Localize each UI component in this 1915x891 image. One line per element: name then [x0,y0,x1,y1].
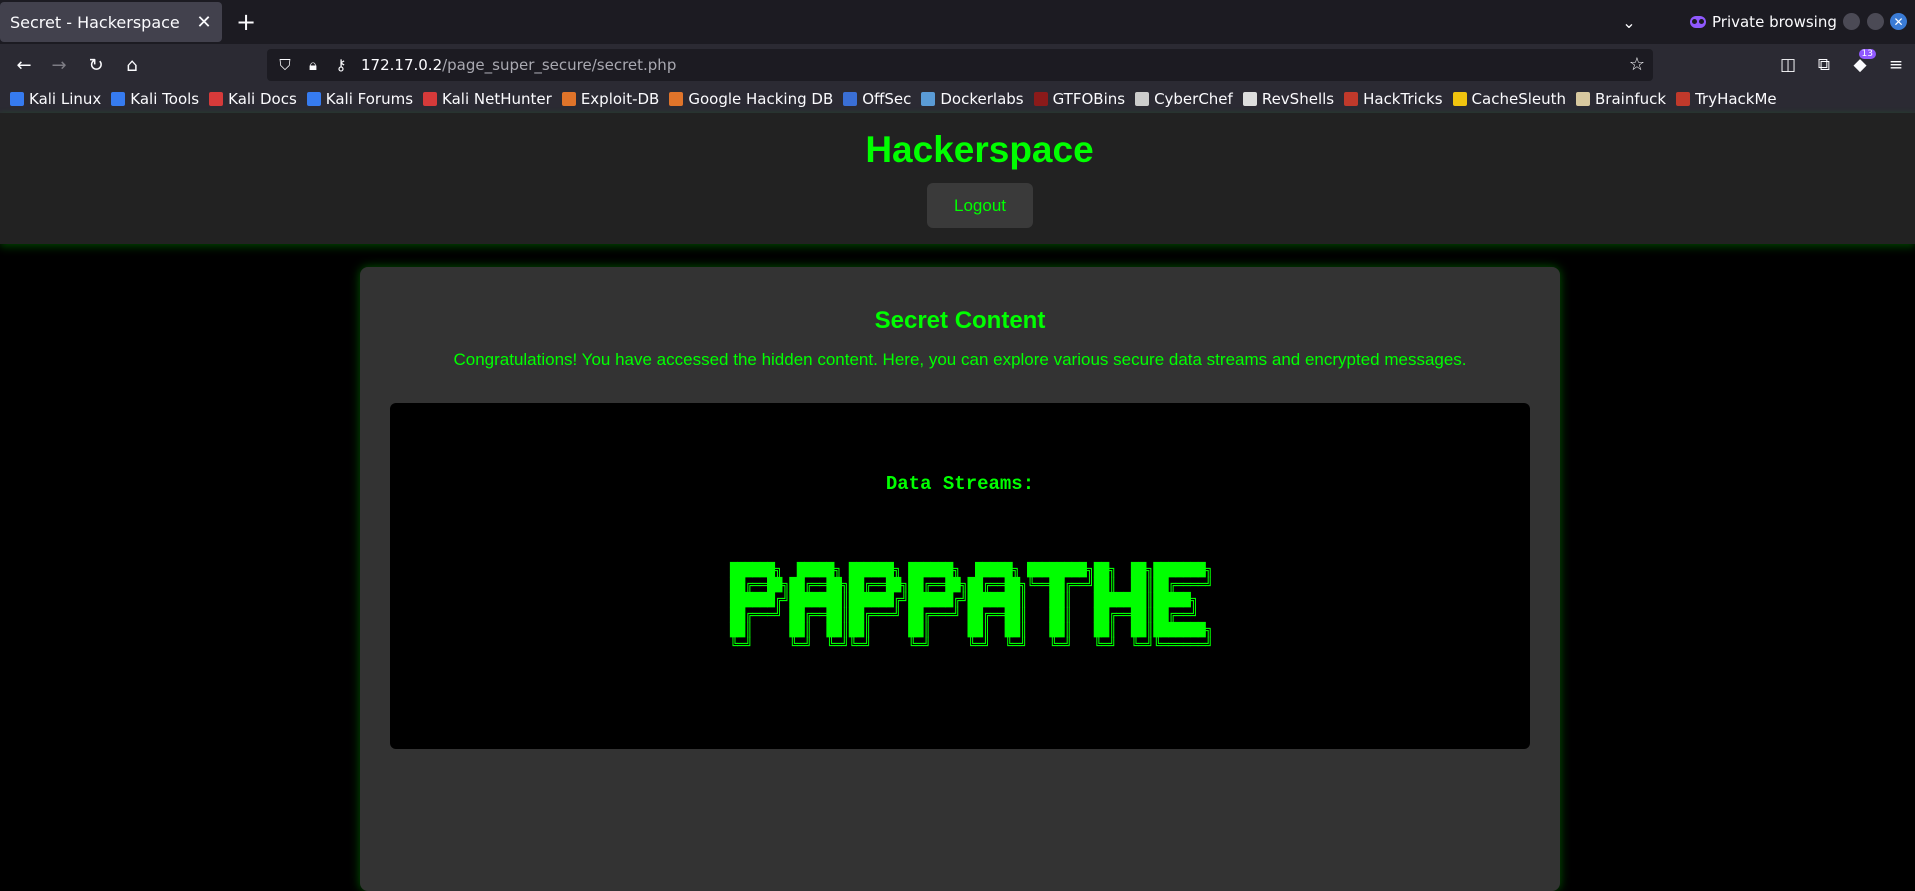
bookmark-item[interactable]: CacheSleuth [1452,90,1567,108]
bookmark-label: TryHackMe [1695,90,1777,108]
bookmark-favicon-icon [843,92,858,106]
bookmark-item[interactable]: Kali Docs [209,90,297,108]
bookmarks-toolbar: Kali Linux Kali Tools Kali Docs Kali Forums… [0,85,1915,113]
extension-shield-icon[interactable]: ◆ 13 [1848,49,1876,77]
bookmark-label: Google Hacking DB [688,90,834,108]
shield-icon[interactable]: ⛉ [275,55,295,75]
bookmark-favicon-icon [561,92,576,106]
bookmark-item[interactable]: Kali Tools [111,90,199,108]
secret-card: Secret Content Congratulations! You have… [360,267,1560,891]
bookmark-item[interactable]: Google Hacking DB [669,90,833,108]
url-host: 172.17.0.2 [361,56,443,74]
maximize-button[interactable] [1867,13,1884,30]
bookmark-favicon-icon [209,92,224,106]
reload-icon[interactable]: ↻ [82,51,110,79]
bookmark-label: RevShells [1261,90,1335,108]
bookmark-label: Kali Docs [228,90,297,108]
close-window-button[interactable]: ✕ [1890,13,1907,30]
lock-icon[interactable]: 🔒︎ [303,55,323,75]
bookmark-item[interactable]: CyberChef [1135,90,1233,108]
url-text[interactable]: 172.17.0.2/page_super_secure/secret.php [361,56,676,74]
site-title: Hackerspace [865,129,1094,170]
bookmark-label: Exploit-DB [580,90,660,108]
private-browsing-indicator: Private browsing [1690,8,1837,36]
bookmark-favicon-icon [306,92,321,106]
private-mask-icon [1690,16,1706,28]
bookmark-favicon-icon [921,92,936,106]
bookmark-item[interactable]: GTFOBins [1033,90,1126,108]
bookmark-favicon-icon [1135,92,1150,106]
bookmark-label: Brainfuck [1595,90,1667,108]
new-tab-button[interactable]: + [232,8,260,36]
bookmark-favicon-icon [1676,92,1691,106]
bookmark-label: HackTricks [1363,90,1443,108]
bookmark-label: Kali NetHunter [442,90,552,108]
back-arrow-icon[interactable]: ← [10,51,38,79]
extensions-icon[interactable]: ⧉ [1812,53,1836,77]
data-stream-console: Data Streams: ██████╗ █████╗ ██████╗ ███… [390,403,1530,749]
bookmark-label: GTFOBins [1052,90,1126,108]
bookmark-label: OffSec [862,90,912,108]
minimize-button[interactable] [1843,13,1860,30]
chevron-down-icon[interactable]: ⌄ [1615,8,1643,36]
bookmark-favicon-icon [1033,92,1048,106]
bookmark-label: Kali Linux [29,90,102,108]
site-header: Hackerspace Logout [0,113,1915,244]
close-tab-icon[interactable]: ✕ [192,10,216,34]
home-icon[interactable]: ⌂ [118,51,146,79]
bookmark-item[interactable]: Brainfuck [1576,90,1666,108]
bookmark-favicon-icon [111,92,126,106]
pocket-icon[interactable]: ◫ [1776,53,1800,77]
bookmark-favicon-icon [1242,92,1257,106]
bookmark-favicon-icon [423,92,438,106]
bookmark-item[interactable]: TryHackMe [1676,90,1777,108]
bookmark-label: CyberChef [1154,90,1233,108]
data-streams-label: Data Streams: [885,473,1035,495]
tab-bar: Secret - Hackerspace ✕ + ⌄ Private brows… [0,0,1915,44]
tab-secret[interactable]: Secret - Hackerspace ✕ [0,2,222,42]
menu-icon[interactable]: ≡ [1884,53,1908,77]
logout-button[interactable]: Logout [927,183,1033,228]
url-path: /page_super_secure/secret.php [442,56,677,74]
secret-message: Congratulations! You have accessed the h… [453,350,1467,369]
bookmark-item[interactable]: Kali NetHunter [423,90,552,108]
bookmark-item[interactable]: RevShells [1242,90,1335,108]
key-icon[interactable]: ⚷ [331,55,351,75]
forward-arrow-icon[interactable]: → [45,51,73,79]
tab-title: Secret - Hackerspace [10,12,180,32]
bookmark-favicon-icon [1344,92,1359,106]
nav-bar: ← → ↻ ⌂ ⛉ 🔒︎ ⚷ 172.17.0.2/page_super_sec… [0,44,1915,85]
url-bar[interactable]: ⛉ 🔒︎ ⚷ 172.17.0.2/page_super_secure/secr… [267,49,1653,81]
bookmark-label: Kali Forums [325,90,414,108]
page-content: Hackerspace Logout Secret Content Congra… [0,113,1915,891]
bookmark-favicon-icon [1576,92,1591,106]
bookmark-favicon-icon [10,92,24,106]
bookmark-item[interactable]: Exploit-DB [561,90,660,108]
extensions-badge: 13 [1858,49,1876,59]
bookmark-item[interactable]: HackTricks [1344,90,1443,108]
bookmark-item[interactable]: Kali Linux [10,90,101,108]
bookmark-item[interactable]: Dockerlabs [921,90,1024,108]
bookmark-item[interactable]: OffSec [843,90,911,108]
ascii-art-banner: ██████╗ █████╗ ██████╗ ██████╗ █████╗ ██… [730,563,1213,653]
bookmark-star-icon[interactable]: ☆ [1629,54,1645,75]
private-label: Private browsing [1712,13,1837,31]
bookmark-label: CacheSleuth [1471,90,1567,108]
secret-heading: Secret Content [874,307,1046,334]
bookmark-label: Dockerlabs [940,90,1024,108]
bookmark-favicon-icon [669,92,684,106]
bookmark-label: Kali Tools [130,90,200,108]
bookmark-item[interactable]: Kali Forums [306,90,414,108]
bookmark-favicon-icon [1452,92,1467,106]
